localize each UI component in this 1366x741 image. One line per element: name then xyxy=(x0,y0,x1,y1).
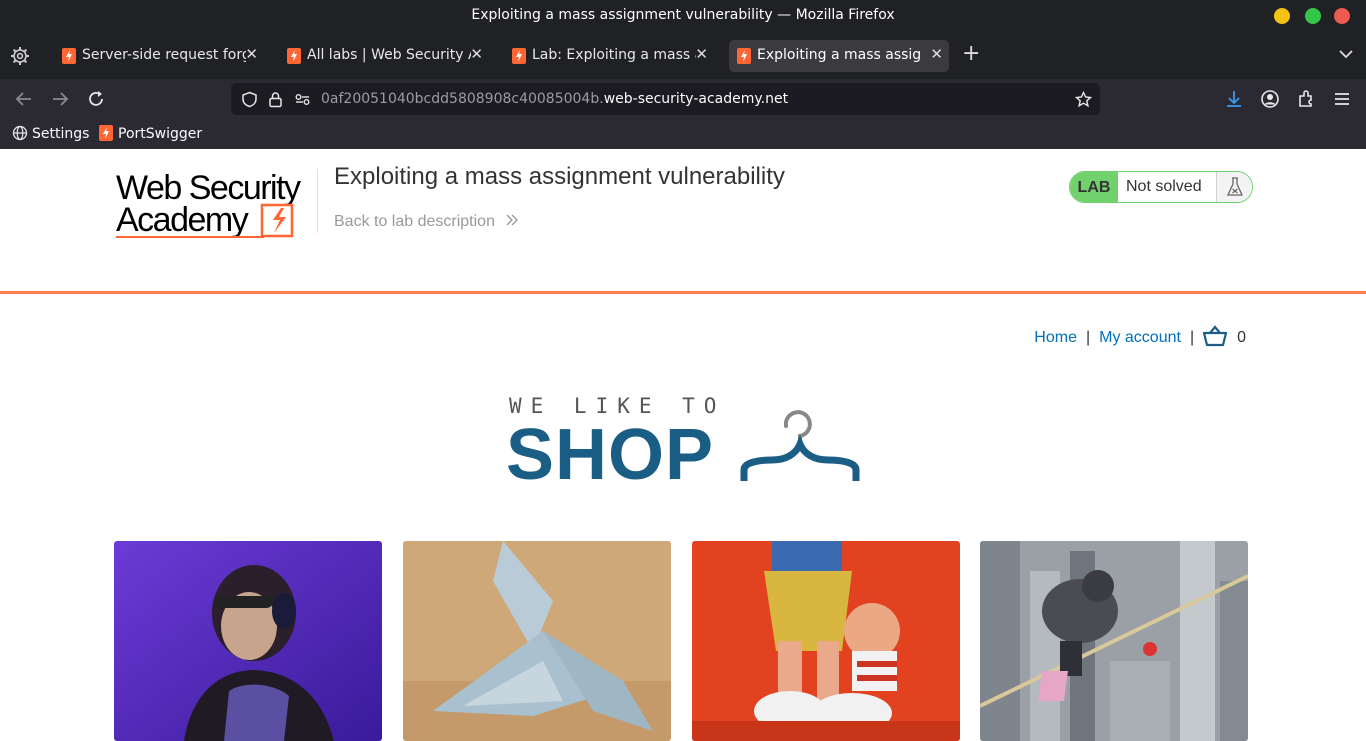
back-arrow-icon[interactable] xyxy=(13,88,35,110)
close-icon[interactable]: ✕ xyxy=(470,45,483,63)
navigation-toolbar: 0af20051040bcdd5808908c40085004b.web-sec… xyxy=(0,79,1366,119)
chevron-down-icon[interactable] xyxy=(1337,45,1355,63)
bookmark-settings[interactable]: Settings xyxy=(12,125,89,142)
portswigger-icon xyxy=(512,48,526,64)
double-chevron-right-icon xyxy=(506,214,519,226)
bookmark-label: PortSwigger xyxy=(118,126,203,142)
banner-title: SHOP xyxy=(506,415,715,495)
url-text[interactable]: 0af20051040bcdd5808908c40085004b.web-sec… xyxy=(321,91,788,107)
my-account-link[interactable]: My account xyxy=(1099,329,1181,346)
hanger-icon xyxy=(740,410,860,481)
window-titlebar: Exploiting a mass assignment vulnerabili… xyxy=(0,0,1366,33)
product-image[interactable] xyxy=(980,541,1248,741)
portswigger-icon xyxy=(287,48,301,64)
product-woman-headphones xyxy=(114,541,382,741)
tab-lab-description[interactable]: Lab: Exploiting a mass assignment ✕ xyxy=(504,40,714,72)
back-to-lab-description-link[interactable]: Back to lab description xyxy=(334,213,519,231)
lab-status-widget: LAB Not solved xyxy=(1069,171,1253,203)
tab-bar: Server-side request forge ✕ All labs | W… xyxy=(0,33,1366,79)
product-image[interactable] xyxy=(403,541,671,741)
url-subdomain: 0af20051040bcdd5808908c40085004b. xyxy=(321,91,604,107)
web-security-academy-logo[interactable]: Web Security Academy xyxy=(114,167,319,242)
close-icon[interactable]: ✕ xyxy=(245,45,258,63)
bookmarks-toolbar: Settings PortSwigger xyxy=(0,119,1366,149)
lab-title: Exploiting a mass assignment vulnerabili… xyxy=(334,163,785,190)
header-separator xyxy=(0,291,1366,294)
flask-icon-box xyxy=(1216,172,1252,202)
top-navigation: Home | My account | 0 xyxy=(1034,325,1246,347)
reload-icon[interactable] xyxy=(85,88,107,110)
cart-count[interactable]: 0 xyxy=(1237,329,1246,346)
downloads-icon[interactable] xyxy=(1223,88,1245,110)
bookmark-label: Settings xyxy=(32,126,90,142)
nav-separator: | xyxy=(1085,329,1091,346)
globe-icon xyxy=(12,125,28,141)
product-tightrope-city xyxy=(980,541,1248,741)
header-divider xyxy=(317,169,318,233)
tab-ssrf[interactable]: Server-side request forge ✕ xyxy=(54,40,264,72)
lab-status-text: Not solved xyxy=(1126,178,1202,195)
product-image[interactable] xyxy=(692,541,960,741)
shield-icon[interactable] xyxy=(241,91,258,108)
shop-banner: WE LIKE TO SHOP xyxy=(506,394,861,495)
lock-icon[interactable] xyxy=(267,91,284,108)
home-link[interactable]: Home xyxy=(1034,329,1077,346)
portswigger-icon xyxy=(99,125,113,141)
hamburger-menu-icon[interactable] xyxy=(1331,88,1353,110)
page-content: Web Security Academy Exploiting a mass a… xyxy=(0,149,1366,741)
tab-all-labs[interactable]: All labs | Web Security Academy ✕ xyxy=(279,40,489,72)
portswigger-icon xyxy=(62,48,76,64)
window-title: Exploiting a mass assignment vulnerabili… xyxy=(471,7,895,23)
minimize-button[interactable] xyxy=(1274,8,1290,24)
lab-badge: LAB xyxy=(1070,172,1118,202)
address-bar[interactable]: 0af20051040bcdd5808908c40085004b.web-sec… xyxy=(231,83,1100,115)
portswigger-icon xyxy=(737,48,751,64)
product-image[interactable] xyxy=(114,541,382,741)
tab-label: All labs | Web Security Academy xyxy=(307,47,471,63)
product-origami-bird xyxy=(403,541,671,741)
close-window-button[interactable] xyxy=(1334,8,1350,24)
new-tab-button[interactable]: + xyxy=(962,43,980,65)
gear-icon[interactable] xyxy=(10,46,30,66)
bookmark-portswigger[interactable]: PortSwigger xyxy=(98,125,202,142)
back-link-label: Back to lab description xyxy=(334,213,495,230)
product-toy-figures xyxy=(692,541,960,741)
account-icon[interactable] xyxy=(1259,88,1281,110)
forward-arrow-icon[interactable] xyxy=(49,88,71,110)
tab-label: Lab: Exploiting a mass assignment xyxy=(532,47,696,63)
tab-label: Exploiting a mass assignment vulnerabili… xyxy=(757,47,921,63)
close-icon[interactable]: ✕ xyxy=(930,45,943,63)
tab-active-lab[interactable]: Exploiting a mass assignment vulnerabili… xyxy=(729,40,949,72)
close-icon[interactable]: ✕ xyxy=(695,45,708,63)
bookmark-star-icon[interactable] xyxy=(1075,91,1092,108)
tab-label: Server-side request forge xyxy=(82,47,246,63)
cart-icon[interactable] xyxy=(1203,325,1228,347)
maximize-button[interactable] xyxy=(1305,8,1321,24)
url-domain: web-security-academy.net xyxy=(603,91,789,107)
flask-icon xyxy=(1226,177,1244,196)
extensions-icon[interactable] xyxy=(1295,88,1317,110)
permissions-icon[interactable] xyxy=(294,91,311,108)
nav-separator: | xyxy=(1189,329,1195,346)
logo-line2: Academy xyxy=(116,201,249,239)
